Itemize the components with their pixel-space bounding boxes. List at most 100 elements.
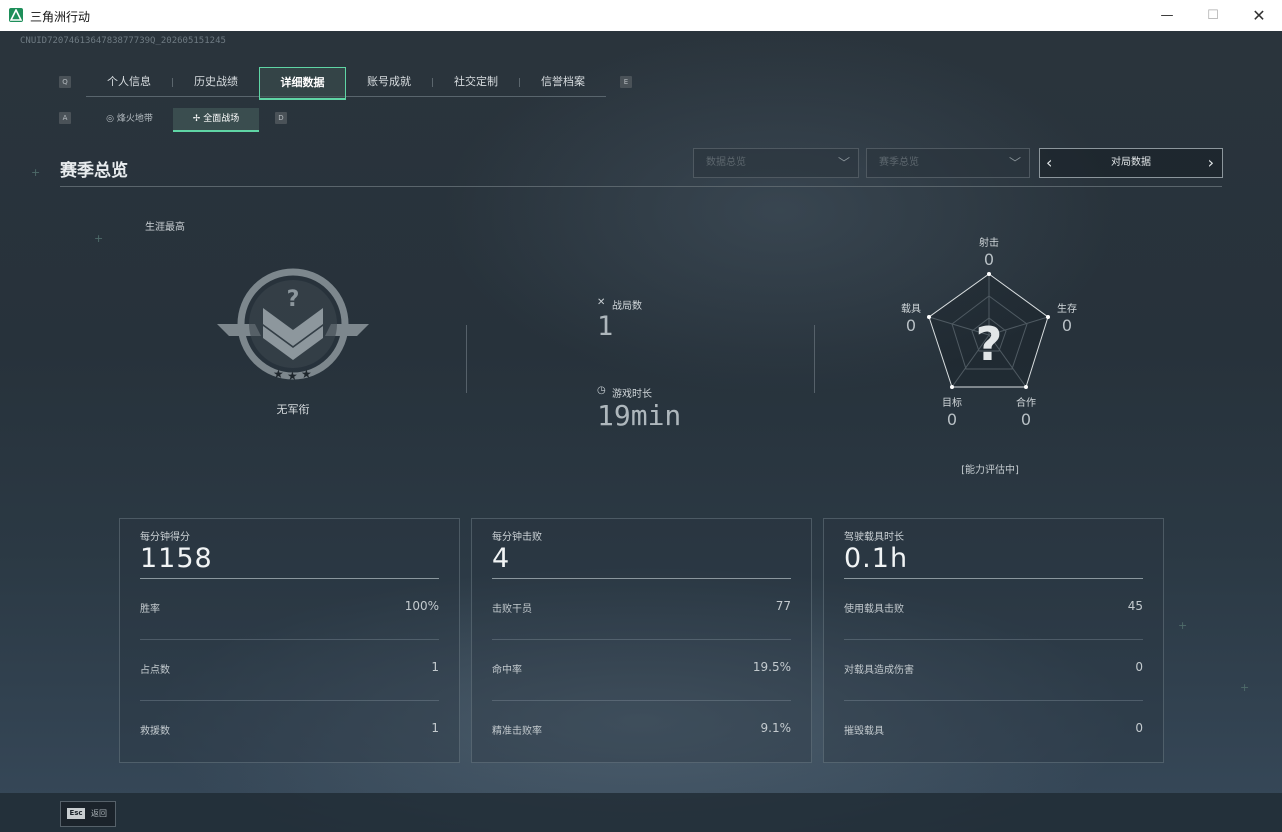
radar-axis-vehicle-value: 0	[905, 316, 917, 335]
battlefield-icon: ✢	[192, 114, 204, 124]
card-label: 每分钟击败	[492, 532, 542, 543]
playtime-value: 19min	[597, 399, 682, 432]
stat-row: 胜率 100%	[140, 579, 439, 640]
deco-plus-icon: +	[31, 166, 41, 179]
kills-per-minute-card: 每分钟击败 4 击败干员 77 命中率 19.5% 精准击败率 9.1%	[471, 518, 812, 763]
season-dropdown[interactable]: 赛季总览 ﹀	[866, 148, 1030, 178]
esc-key-icon: Esc	[67, 808, 85, 819]
card-value: 0.1h	[844, 543, 909, 574]
radar-axis-survival-label: 生存	[1057, 304, 1077, 315]
career-highest-label: 生涯最高	[145, 222, 185, 233]
stat-row: 摧毁载具 0	[844, 701, 1143, 762]
svg-text:★: ★	[301, 367, 312, 381]
ability-radar-chart: ?	[900, 256, 1080, 430]
dropdown-label: 数据总览	[706, 157, 746, 168]
radar-axis-objective-label: 目标	[942, 398, 962, 409]
subtab-zone-label: 烽火地带	[116, 114, 153, 124]
window-title-bar: 三角洲行动 — ☐ ✕	[0, 0, 1282, 32]
chevron-down-icon: ﹀	[837, 156, 850, 170]
crossed-swords-icon: ✕	[597, 297, 606, 308]
stat-row: 占点数 1	[140, 640, 439, 701]
tab-next-key[interactable]: E	[620, 76, 632, 88]
row-value: 9.1%	[760, 721, 792, 735]
divider	[814, 325, 815, 393]
row-label: 使用载具击败	[844, 604, 904, 615]
minimize-button[interactable]: —	[1144, 0, 1190, 31]
matches-label: 战局数	[612, 301, 642, 312]
score-per-minute-card: 每分钟得分 1158 胜率 100% 占点数 1 救援数 1	[119, 518, 460, 763]
ability-evaluating-note: [能力评估中]	[961, 465, 1019, 476]
chevron-down-icon: ﹀	[1008, 156, 1021, 170]
app-logo-icon	[9, 8, 23, 22]
row-label: 精准击败率	[492, 726, 542, 737]
close-button[interactable]: ✕	[1236, 0, 1282, 31]
tab-personal-info[interactable]: 个人信息	[86, 67, 172, 97]
row-label: 击败干员	[492, 604, 532, 615]
radar-axis-vehicle-label: 载具	[901, 304, 921, 315]
row-value: 0	[1135, 721, 1143, 735]
matches-value: 1	[597, 311, 614, 342]
chevron-right-icon[interactable]: ›	[1208, 149, 1214, 177]
radar-axis-survival-value: 0	[1061, 316, 1073, 335]
uid-label: CNUID7207461364783877739Q_202605151245	[20, 36, 226, 46]
stat-row: 击败干员 77	[492, 579, 791, 640]
back-label: 返回	[91, 809, 107, 818]
stat-row: 对载具造成伤害 0	[844, 640, 1143, 701]
row-label: 胜率	[140, 604, 160, 615]
bottom-bar	[0, 793, 1282, 832]
vehicle-time-card: 驾驶载具时长 0.1h 使用载具击败 45 对载具造成伤害 0 摧毁载具 0	[823, 518, 1164, 763]
card-label: 每分钟得分	[140, 532, 190, 543]
stat-row: 使用载具击败 45	[844, 579, 1143, 640]
tab-detailed-data[interactable]: 详细数据	[259, 67, 346, 99]
row-label: 占点数	[140, 665, 170, 676]
match-data-pager: ‹ 对局数据 ›	[1039, 148, 1223, 178]
radar-axis-objective-value: 0	[946, 410, 958, 429]
row-value: 19.5%	[752, 660, 791, 674]
radar-axis-shooting-value: 0	[983, 250, 995, 269]
playtime-label: 游戏时长	[612, 389, 652, 400]
row-label: 对载具造成伤害	[844, 665, 914, 676]
stat-row: 命中率 19.5%	[492, 640, 791, 701]
row-value: 77	[775, 599, 791, 613]
row-value: 1	[431, 660, 439, 674]
maximize-button[interactable]: ☐	[1190, 0, 1236, 31]
row-label: 摧毁载具	[844, 726, 884, 737]
tab-reputation[interactable]: 信誉档案	[520, 67, 606, 97]
deco-plus-icon: +	[94, 232, 104, 245]
svg-text:★: ★	[287, 369, 298, 383]
radar-axis-shooting-label: 射击	[979, 238, 999, 249]
radar-axis-cooperation-label: 合作	[1016, 398, 1036, 409]
card-value: 1158	[140, 543, 213, 574]
svg-text:★: ★	[273, 367, 284, 381]
dropdown-label: 赛季总览	[879, 157, 919, 168]
data-overview-dropdown[interactable]: 数据总览 ﹀	[693, 148, 859, 178]
tab-achievements[interactable]: 账号成就	[346, 67, 432, 97]
subtab-prev-key[interactable]: A	[59, 112, 71, 124]
deco-plus-icon: +	[1178, 619, 1188, 632]
rank-emblem-icon: ? ★ ★ ★	[215, 266, 371, 390]
question-mark-icon: ?	[976, 317, 1003, 371]
rank-name: 无军衔	[276, 403, 310, 416]
tab-prev-key[interactable]: Q	[59, 76, 71, 88]
stopwatch-icon: ◷	[597, 385, 606, 396]
divider	[466, 325, 467, 393]
tab-social[interactable]: 社交定制	[433, 67, 519, 97]
subtab-zone[interactable]: ◎ 烽火地带	[87, 108, 172, 130]
subtab-battlefield[interactable]: ✢ 全面战场	[173, 108, 259, 132]
page-title: 赛季总览	[60, 161, 128, 181]
row-value: 0	[1135, 660, 1143, 674]
zone-icon: ◎	[106, 114, 117, 124]
subtab-next-key[interactable]: D	[275, 112, 287, 124]
game-screen: CNUID7207461364783877739Q_202605151245 +…	[0, 31, 1282, 832]
row-value: 45	[1127, 599, 1143, 613]
window-title: 三角洲行动	[30, 10, 91, 24]
row-label: 救援数	[140, 726, 170, 737]
card-value: 4	[492, 543, 511, 574]
row-value: 1	[431, 721, 439, 735]
back-button[interactable]: Esc 返回	[60, 801, 116, 827]
row-label: 命中率	[492, 665, 522, 676]
pager-label: 对局数据	[1111, 157, 1151, 168]
radar-axis-cooperation-value: 0	[1020, 410, 1032, 429]
stat-row: 精准击败率 9.1%	[492, 701, 791, 762]
tab-history[interactable]: 历史战绩	[173, 67, 259, 97]
